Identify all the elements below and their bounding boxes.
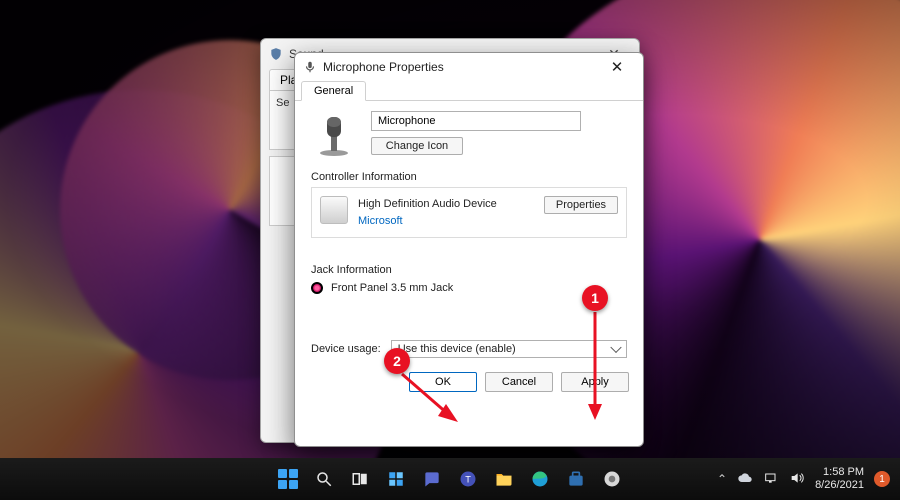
- jack-heading: Jack Information: [311, 264, 627, 276]
- jack-value: Front Panel 3.5 mm Jack: [331, 282, 453, 294]
- change-icon-button[interactable]: Change Icon: [371, 137, 463, 155]
- apply-button[interactable]: Apply: [561, 372, 629, 392]
- teams-button[interactable]: T: [453, 464, 483, 494]
- jack-color-indicator: [311, 282, 323, 294]
- search-icon: [315, 470, 333, 488]
- cancel-button[interactable]: Cancel: [485, 372, 553, 392]
- taskbar: T ⌃ 1:58 PM 8/26/2021 1: [0, 458, 900, 500]
- mic-dialog-titlebar[interactable]: Microphone Properties ✕: [295, 53, 643, 81]
- controller-vendor-link[interactable]: Microsoft: [358, 213, 534, 230]
- svg-text:T: T: [465, 474, 471, 484]
- tray-chevron-up-icon[interactable]: ⌃: [717, 472, 727, 486]
- start-button[interactable]: [273, 464, 303, 494]
- store-icon: [566, 469, 586, 489]
- chat-icon: [422, 469, 442, 489]
- ok-button[interactable]: OK: [409, 372, 477, 392]
- store-button[interactable]: [561, 464, 591, 494]
- taskbar-clock[interactable]: 1:58 PM 8/26/2021: [815, 466, 864, 491]
- controller-properties-button[interactable]: Properties: [544, 196, 618, 214]
- annotation-step-2: 2: [384, 348, 410, 374]
- close-button[interactable]: ✕: [599, 56, 635, 78]
- sound-card-icon: [320, 196, 348, 224]
- clock-date: 8/26/2021: [815, 479, 864, 492]
- sound-body-text: Se: [276, 97, 289, 109]
- device-usage-select[interactable]: Use this device (enable): [391, 340, 627, 358]
- search-button[interactable]: [309, 464, 339, 494]
- microphone-icon: [303, 60, 317, 74]
- shield-icon: [269, 47, 283, 61]
- onedrive-icon[interactable]: [737, 470, 753, 489]
- windows-logo-icon: [278, 469, 298, 489]
- volume-icon[interactable]: [789, 470, 805, 489]
- controller-heading: Controller Information: [311, 171, 627, 183]
- device-name-input[interactable]: [371, 111, 581, 131]
- sound-settings-icon: [602, 469, 622, 489]
- widgets-icon: [387, 470, 405, 488]
- task-view-icon: [351, 470, 369, 488]
- taskbar-center: T: [273, 464, 627, 494]
- file-explorer-button[interactable]: [489, 464, 519, 494]
- controller-info-box: High Definition Audio Device Microsoft P…: [311, 187, 627, 238]
- annotation-step-1: 1: [582, 285, 608, 311]
- task-view-button[interactable]: [345, 464, 375, 494]
- edge-icon: [530, 469, 550, 489]
- dialog-button-row: OK Cancel Apply: [295, 364, 643, 402]
- system-tray: ⌃ 1:58 PM 8/26/2021 1: [717, 466, 900, 491]
- device-usage-selected: Use this device (enable): [398, 343, 516, 355]
- edge-button[interactable]: [525, 464, 555, 494]
- clock-time: 1:58 PM: [815, 466, 864, 479]
- folder-icon: [494, 469, 514, 489]
- controller-name: High Definition Audio Device: [358, 196, 534, 213]
- microphone-properties-dialog: Microphone Properties ✕ General Change I…: [294, 52, 644, 447]
- dialog-tabs: General: [295, 81, 643, 101]
- tab-general[interactable]: General: [301, 81, 366, 101]
- running-app-button[interactable]: [597, 464, 627, 494]
- teams-icon: T: [458, 469, 478, 489]
- network-icon[interactable]: [763, 470, 779, 489]
- mic-dialog-title: Microphone Properties: [323, 60, 444, 74]
- device-usage-label: Device usage:: [311, 343, 381, 355]
- chat-button[interactable]: [417, 464, 447, 494]
- notification-badge[interactable]: 1: [874, 471, 890, 487]
- device-large-icon: [311, 111, 357, 157]
- widgets-button[interactable]: [381, 464, 411, 494]
